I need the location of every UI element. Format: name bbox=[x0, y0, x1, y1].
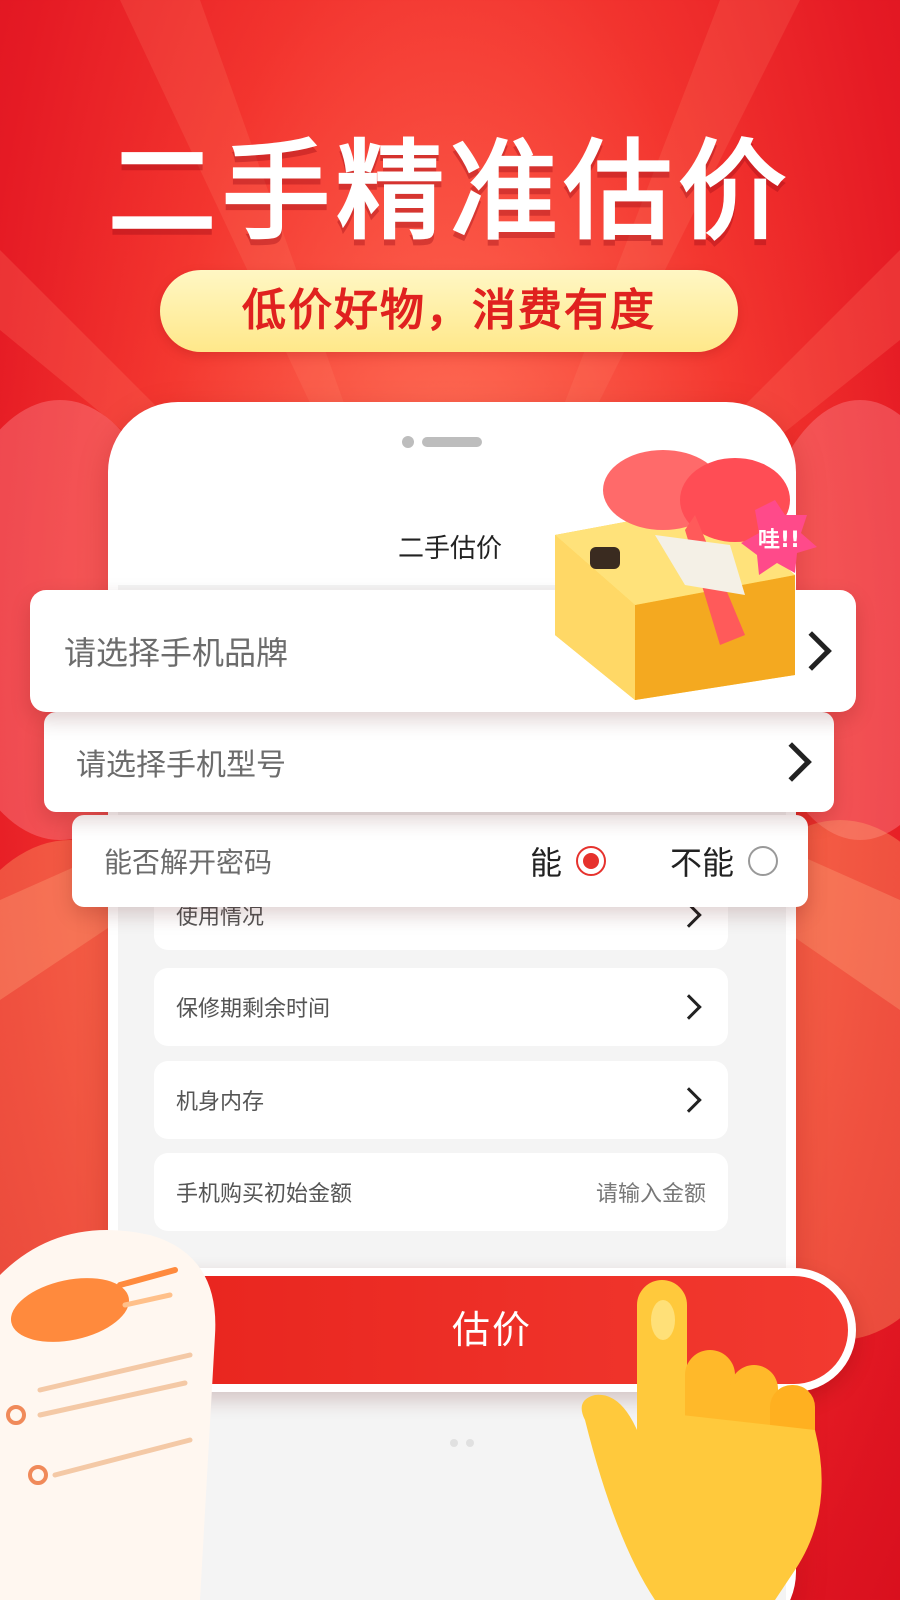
form-row-label: 机身内存 bbox=[176, 1090, 265, 1115]
tagline-pill: 低价好物，消费有度 bbox=[160, 270, 738, 352]
form-row-warranty[interactable]: 保修期剩余时间 bbox=[154, 968, 728, 1046]
phone-camera-dot bbox=[402, 436, 414, 448]
model-select-label: 请选择手机型号 bbox=[76, 748, 286, 783]
page-headline: 二手精准估价 bbox=[107, 130, 792, 255]
chevron-right-icon bbox=[676, 994, 702, 1020]
radio-no[interactable] bbox=[748, 846, 778, 876]
gift-bubble-text: 哇!! bbox=[758, 528, 800, 553]
radio-label-no: 不能 bbox=[669, 844, 734, 882]
phone-screen-title: 二手估价 bbox=[397, 534, 502, 564]
radio-yes[interactable] bbox=[575, 846, 606, 876]
phone-speaker-bar bbox=[422, 437, 482, 447]
receipt-icon bbox=[0, 1230, 216, 1600]
form-row-storage[interactable]: 机身内存 bbox=[154, 1061, 728, 1139]
unlock-question-label: 能否解开密码 bbox=[104, 846, 273, 879]
unlock-question: 能否解开密码 能 不能 bbox=[72, 815, 808, 907]
pointing-hand-icon bbox=[581, 1280, 822, 1600]
form-row-label: 手机购买初始金额 bbox=[176, 1182, 353, 1207]
chevron-right-icon bbox=[772, 742, 812, 782]
brand-select-label: 请选择手机品牌 bbox=[64, 634, 289, 672]
radio-label-yes: 能 bbox=[529, 844, 562, 882]
price-input[interactable]: 请输入金额 bbox=[596, 1176, 706, 1208]
gift-box-icon: 哇!! bbox=[555, 450, 817, 700]
unlock-radio-group: 能 不能 bbox=[530, 838, 778, 884]
page-indicator bbox=[450, 1432, 482, 1451]
model-select[interactable]: 请选择手机型号 bbox=[44, 712, 834, 812]
form-row-label: 保修期剩余时间 bbox=[176, 997, 331, 1022]
form-row-price[interactable]: 手机购买初始金额 请输入金额 bbox=[154, 1153, 728, 1231]
chevron-right-icon bbox=[676, 1087, 702, 1113]
